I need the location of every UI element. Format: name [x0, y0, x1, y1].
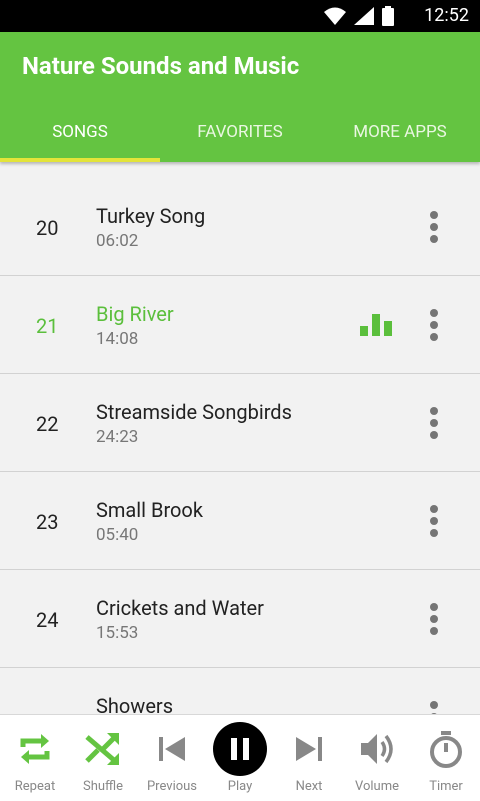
more-options-icon[interactable]: [428, 308, 440, 342]
song-number: 23: [36, 510, 59, 534]
timer-label: Timer: [429, 779, 463, 794]
play-label: Play: [227, 779, 253, 794]
song-title: Turkey Song: [96, 204, 206, 228]
shuffle-icon: [85, 733, 119, 765]
previous-label: Previous: [146, 779, 198, 794]
song-number: 20: [36, 216, 59, 240]
song-duration: 15:53: [96, 623, 139, 643]
tab-more-apps[interactable]: MORE APPS: [320, 114, 480, 162]
song-number: 21: [36, 314, 59, 338]
volume-label: Volume: [354, 779, 400, 794]
tab-indicator: [0, 158, 160, 162]
song-title: Crickets and Water: [96, 596, 264, 620]
status-bar: 12:52: [0, 0, 480, 32]
repeat-button[interactable]: Repeat: [0, 715, 70, 801]
skip-next-icon: [296, 737, 322, 761]
song-row[interactable]: 24 Crickets and Water 15:53: [0, 570, 480, 668]
song-row[interactable]: Showers: [0, 668, 480, 714]
app-bar: Nature Sounds and Music SONGS FAVORITES …: [0, 32, 480, 162]
tab-songs[interactable]: SONGS: [0, 114, 160, 162]
more-options-icon[interactable]: [428, 406, 440, 440]
battery-icon: [382, 6, 394, 26]
shuffle-label: Shuffle: [82, 779, 124, 794]
song-row-playing[interactable]: 21 Big River 14:08: [0, 276, 480, 374]
song-duration: 05:40: [96, 525, 139, 545]
volume-icon: [361, 734, 393, 764]
song-number: 22: [36, 412, 59, 436]
song-title: Showers: [96, 694, 174, 714]
tab-favorites-label: FAVORITES: [197, 122, 283, 142]
song-row[interactable]: 22 Streamside Songbirds 24:23: [0, 374, 480, 472]
volume-button[interactable]: Volume: [342, 715, 412, 801]
status-time: 12:52: [424, 5, 469, 26]
skip-previous-icon: [159, 737, 185, 761]
tab-favorites[interactable]: FAVORITES: [160, 114, 320, 162]
song-duration: 24:23: [96, 427, 139, 447]
app-title: Nature Sounds and Music: [22, 52, 300, 80]
tab-songs-label: SONGS: [52, 122, 108, 142]
song-list: 20 Turkey Song 06:02 21 Big River 14:08 …: [0, 178, 480, 714]
signal-icon: [354, 7, 374, 25]
song-row[interactable]: 23 Small Brook 05:40: [0, 472, 480, 570]
next-label: Next: [295, 779, 323, 794]
now-playing-equalizer-icon: [360, 314, 392, 336]
song-title: Small Brook: [96, 498, 203, 522]
wifi-icon: [324, 7, 346, 25]
song-duration: 14:08: [96, 329, 139, 349]
tab-more-apps-label: MORE APPS: [353, 122, 447, 142]
play-pause-button[interactable]: Play: [205, 715, 275, 801]
repeat-icon: [20, 734, 50, 764]
player-controls: Repeat Shuffle Previous Play Next Volume…: [0, 714, 480, 801]
next-button[interactable]: Next: [274, 715, 344, 801]
song-title: Big River: [96, 302, 174, 326]
song-title: Streamside Songbirds: [96, 400, 292, 424]
pause-icon: [213, 722, 267, 776]
more-options-icon[interactable]: [428, 210, 440, 244]
song-number: 24: [36, 608, 59, 632]
repeat-label: Repeat: [14, 779, 56, 794]
song-row[interactable]: 20 Turkey Song 06:02: [0, 178, 480, 276]
more-options-icon[interactable]: [428, 504, 440, 538]
status-icons: [324, 6, 394, 26]
previous-button[interactable]: Previous: [137, 715, 207, 801]
more-options-icon[interactable]: [428, 602, 440, 636]
song-duration: 06:02: [96, 231, 139, 251]
more-options-icon[interactable]: [428, 700, 440, 714]
shuffle-button[interactable]: Shuffle: [68, 715, 138, 801]
timer-icon: [430, 731, 462, 768]
timer-button[interactable]: Timer: [411, 715, 480, 801]
tab-bar: SONGS FAVORITES MORE APPS: [0, 114, 480, 162]
